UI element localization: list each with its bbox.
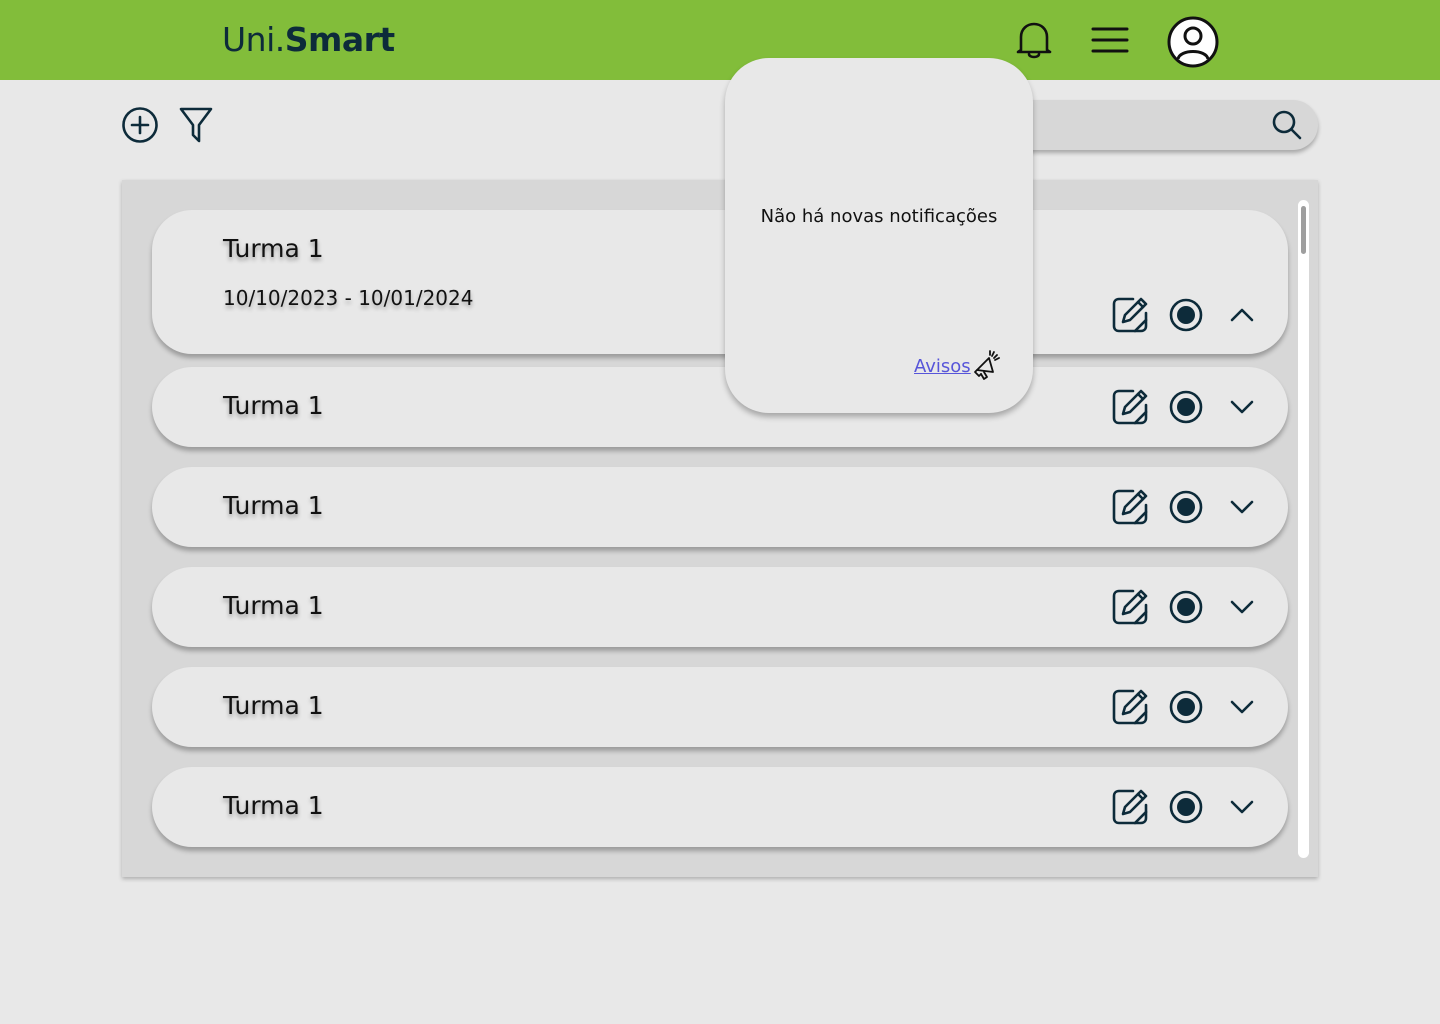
bell-icon[interactable] (1012, 18, 1056, 62)
card-actions (1094, 687, 1262, 727)
chevron-down-icon[interactable] (1222, 587, 1262, 627)
edit-icon[interactable] (1110, 687, 1150, 727)
class-title: Turma 1 (223, 234, 324, 263)
search-icon[interactable] (1270, 108, 1304, 142)
class-card[interactable]: Turma 1 (152, 667, 1288, 747)
class-card[interactable]: Turma 1 (152, 567, 1288, 647)
add-class-button[interactable] (120, 104, 160, 146)
class-card[interactable]: Turma 1 (152, 367, 1288, 447)
edit-icon[interactable] (1110, 587, 1150, 627)
card-actions (1094, 587, 1262, 627)
radio-selected-icon[interactable] (1166, 687, 1206, 727)
scrollbar[interactable] (1298, 200, 1309, 858)
edit-icon[interactable] (1110, 387, 1150, 427)
edit-icon[interactable] (1110, 787, 1150, 827)
filter-icon[interactable] (176, 104, 216, 146)
radio-selected-icon[interactable] (1166, 487, 1206, 527)
radio-selected-icon[interactable] (1166, 387, 1206, 427)
radio-selected-icon[interactable] (1166, 295, 1206, 335)
radio-selected-icon[interactable] (1166, 787, 1206, 827)
logo-text-uni: Uni. (222, 20, 285, 59)
chevron-down-icon[interactable] (1222, 487, 1262, 527)
chevron-up-icon[interactable] (1222, 295, 1262, 335)
class-title: Turma 1 (223, 691, 324, 720)
chevron-down-icon[interactable] (1222, 787, 1262, 827)
edit-icon[interactable] (1110, 295, 1150, 335)
card-actions (1094, 487, 1262, 527)
megaphone-icon[interactable] (973, 350, 1001, 380)
user-avatar-icon[interactable] (1166, 15, 1220, 69)
class-title: Turma 1 (223, 591, 324, 620)
logo-text-smart: Smart (284, 20, 395, 59)
class-title: Turma 1 (223, 791, 324, 820)
scrollbar-thumb[interactable] (1301, 206, 1306, 254)
top-bar: Uni.Smart (0, 0, 1440, 80)
class-card[interactable]: Turma 1 (152, 767, 1288, 847)
app-logo[interactable]: Uni.Smart (222, 20, 395, 60)
chevron-down-icon[interactable] (1222, 687, 1262, 727)
card-actions (1094, 787, 1262, 827)
class-card[interactable]: Turma 1 10/10/2023 - 10/01/2024 (152, 210, 1288, 354)
class-title: Turma 1 (223, 391, 324, 420)
search-input[interactable] (1000, 100, 1260, 150)
notifications-popup: Não há novas notificações Avisos (725, 58, 1033, 413)
notifications-empty-message: Não há novas notificações (760, 206, 998, 227)
chevron-down-icon[interactable] (1222, 387, 1262, 427)
hamburger-menu-icon[interactable] (1088, 20, 1132, 60)
class-title: Turma 1 (223, 491, 324, 520)
card-actions (1094, 295, 1262, 335)
class-dates: 10/10/2023 - 10/01/2024 (223, 286, 474, 310)
class-card[interactable]: Turma 1 (152, 467, 1288, 547)
radio-selected-icon[interactable] (1166, 587, 1206, 627)
card-actions (1094, 387, 1262, 427)
avisos-link[interactable]: Avisos (914, 356, 971, 377)
edit-icon[interactable] (1110, 487, 1150, 527)
